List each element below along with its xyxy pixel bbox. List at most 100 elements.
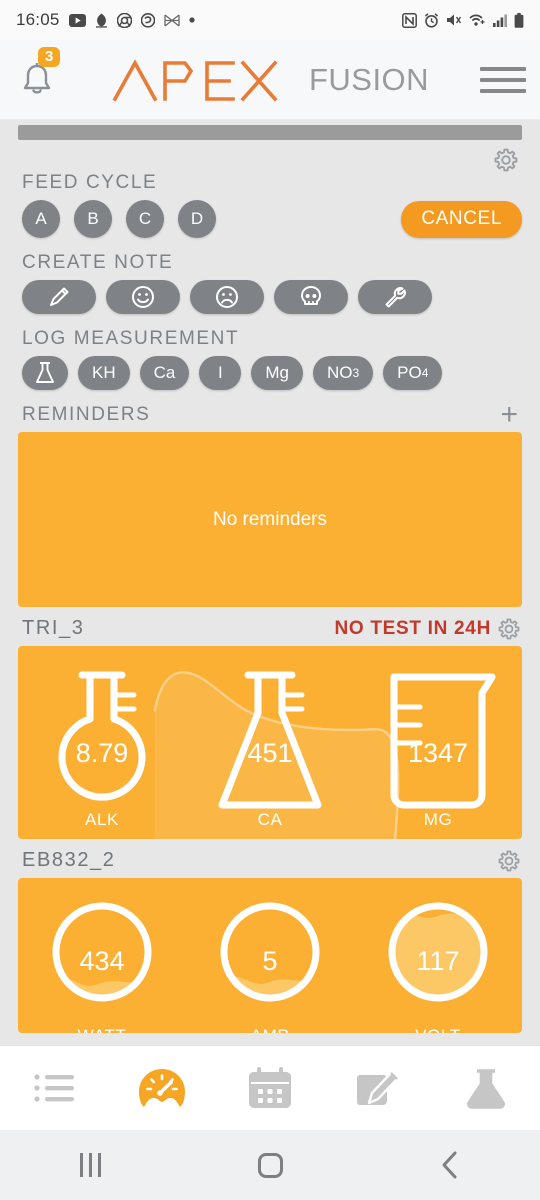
feed-cycle-button-c[interactable]: C (126, 200, 164, 238)
measure-ca-button[interactable]: Ca (139, 356, 190, 390)
feed-cycle-row: A B C D CANCEL (0, 194, 540, 238)
note-pencil-button[interactable] (22, 280, 96, 314)
gear-icon[interactable] (498, 850, 520, 872)
app-header: 3 FUSION (0, 40, 540, 120)
log-measurement-chips: KH Ca I Mg NO 3 PO 4 (0, 350, 540, 390)
measure-mg-button[interactable]: Mg (251, 356, 303, 390)
module-status-tri3: NO TEST IN 24H (334, 618, 520, 640)
dashboard-gauge-icon (139, 1069, 185, 1107)
reading-mg: 1347 MG (354, 646, 522, 839)
module-alert-tri3: NO TEST IN 24H (334, 617, 491, 639)
log-measurement-title: LOG MEASUREMENT (22, 328, 240, 349)
home-icon (257, 1152, 283, 1178)
reminders-header: REMINDERS + (0, 390, 540, 430)
gauge-amp-value: 5 (262, 946, 278, 976)
note-maintenance-button[interactable] (358, 280, 432, 314)
measure-po4-button[interactable]: PO 4 (383, 356, 443, 390)
cancel-button[interactable]: CANCEL (401, 200, 522, 238)
measure-kh-button[interactable]: KH (78, 356, 130, 390)
smiley-sad-icon (216, 286, 238, 308)
wrench-icon (385, 287, 406, 308)
do-not-disturb-icon (163, 13, 180, 27)
reminders-card[interactable]: No reminders (18, 432, 522, 607)
app-icon-1 (95, 13, 107, 28)
measure-generic-button[interactable] (22, 356, 68, 390)
status-bar: 16:05 (0, 0, 540, 40)
recents-icon (79, 1153, 101, 1177)
gear-icon[interactable] (498, 618, 520, 640)
reading-ca: 451 CA (186, 646, 354, 839)
gauge-amp-label: AMP (251, 1026, 290, 1033)
status-bar-right (402, 12, 524, 28)
dot-icon (188, 17, 195, 23)
android-navigation-bar (0, 1130, 540, 1200)
note-sad-button[interactable] (190, 280, 264, 314)
feed-cycle-button-d[interactable]: D (178, 200, 216, 238)
measure-po4-sub: 4 (421, 366, 429, 380)
reading-ca-label: CA (257, 810, 283, 829)
add-reminder-button[interactable]: + (500, 400, 518, 430)
module-readings-eb832: 434 WATT 5 AMP (18, 878, 522, 1033)
reminders-title: REMINDERS (22, 404, 151, 425)
nfc-icon (402, 12, 417, 28)
mute-icon (447, 14, 462, 26)
menu-button[interactable] (466, 66, 540, 93)
smiley-happy-icon (132, 286, 154, 308)
bottom-navigation (0, 1045, 540, 1130)
battery-icon (514, 12, 524, 28)
logo-fusion-text: FUSION (308, 61, 430, 97)
module-name-tri3: TRI_3 (22, 617, 85, 639)
gauge-watt: 434 WATT (18, 898, 186, 1033)
hamburger-line (480, 66, 526, 71)
measure-no3-button[interactable]: NO 3 (312, 356, 374, 390)
android-recents-button[interactable] (0, 1153, 180, 1177)
module-readings-tri3: 8.79 ALK 451 CA 1347 MG (18, 646, 522, 839)
nav-tab-list[interactable] (0, 1070, 108, 1106)
list-icon (34, 1074, 74, 1102)
measure-no3-label: NO (326, 363, 353, 382)
gauge-volt-label: VOLT (415, 1026, 461, 1033)
feed-cycle-button-b[interactable]: B (74, 200, 112, 238)
back-chevron-icon (442, 1151, 457, 1179)
nav-tab-dashboard[interactable] (108, 1067, 216, 1109)
alarm-icon (424, 12, 439, 28)
notifications-button[interactable]: 3 (0, 46, 74, 99)
calendar-icon (249, 1067, 291, 1108)
nav-tab-tests[interactable] (432, 1066, 540, 1110)
nav-tab-calendar[interactable] (216, 1066, 324, 1110)
measure-no3-sub: 3 (352, 366, 360, 380)
gauge-volt-value: 117 (416, 946, 460, 976)
status-time: 16:05 (16, 10, 60, 29)
measure-po4-label: PO (397, 363, 422, 382)
feed-cycle-button-a[interactable]: A (22, 200, 60, 238)
pencil-icon (50, 287, 69, 306)
wifi-icon (469, 14, 485, 26)
skull-icon (301, 286, 321, 305)
notification-badge: 3 (38, 46, 61, 67)
reading-ca-value: 451 (247, 738, 293, 768)
flask-icon (36, 362, 54, 383)
gear-icon[interactable] (494, 148, 518, 172)
reading-mg-label: MG (423, 810, 453, 829)
signal-icon (493, 14, 507, 27)
create-note-title: CREATE NOTE (22, 252, 174, 273)
module-header-tri3: TRI_3 NO TEST IN 24H (0, 607, 540, 640)
measure-i-button[interactable]: I (199, 356, 242, 390)
reading-alk-value: 8.79 (75, 738, 129, 768)
android-home-button[interactable] (180, 1152, 360, 1178)
partial-card-above (18, 125, 522, 140)
flask-icon (467, 1069, 505, 1109)
reading-mg-value: 1347 (407, 738, 469, 768)
android-back-button[interactable] (360, 1150, 540, 1180)
nav-tab-notes[interactable] (324, 1066, 432, 1110)
reading-alk: 8.79 ALK (18, 646, 186, 839)
feed-cycle-buttons: A B C D (22, 200, 216, 238)
main-scroll-area[interactable]: FEED CYCLE A B C D CANCEL CREATE NOTE LO… (0, 120, 540, 1045)
module-card-tri3[interactable]: 8.79 ALK 451 CA 1347 MG (18, 646, 522, 839)
module-card-eb832[interactable]: 434 WATT 5 AMP (18, 878, 522, 1033)
app-logo: FUSION (74, 57, 466, 103)
note-happy-button[interactable] (106, 280, 180, 314)
module-header-eb832: EB832_2 (0, 839, 540, 872)
note-alert-button[interactable] (274, 280, 348, 314)
gauge-watt-value: 434 (79, 946, 125, 976)
